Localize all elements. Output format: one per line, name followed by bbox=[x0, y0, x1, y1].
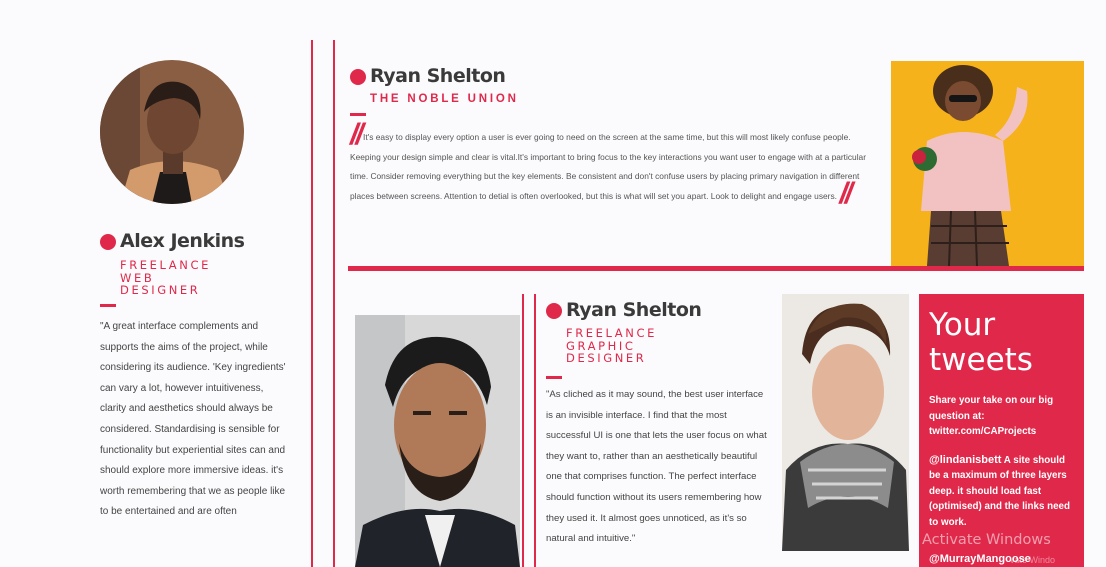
divider-line-mid bbox=[522, 294, 524, 567]
section-divider bbox=[348, 266, 1084, 271]
card-quote: // It's easy to display every option a u… bbox=[350, 118, 867, 211]
open-quote-icon: // bbox=[350, 118, 364, 151]
card-quote: "As cliched as it may sound, the best us… bbox=[546, 389, 767, 545]
card-role: Freelance Graphic Designer bbox=[566, 326, 657, 365]
card-company: THE NOBLE UNION bbox=[370, 93, 519, 105]
profile-role: Freelance Web Designer bbox=[120, 258, 211, 297]
activation-watermark-secondary: vate Windo bbox=[1010, 555, 1056, 565]
card-name: Ryan Shelton bbox=[546, 299, 702, 321]
accent-dash bbox=[100, 304, 116, 307]
accent-dash bbox=[546, 376, 562, 379]
accent-dash bbox=[350, 113, 366, 116]
activation-watermark: Activate Windows bbox=[922, 532, 1051, 548]
profile-name: Alex Jenkins bbox=[100, 230, 245, 252]
tweets-title: Your tweets bbox=[929, 307, 1033, 378]
tweets-intro: Share your take on our big question at: … bbox=[929, 395, 1054, 437]
divider-line-left-2 bbox=[333, 40, 335, 567]
avatar-alex-jenkins bbox=[100, 60, 244, 204]
photo-young-man-scarf bbox=[782, 294, 909, 551]
tweet-item: @lindanisbett A site should be a maximum… bbox=[929, 453, 1070, 528]
divider-line-mid-2 bbox=[534, 294, 536, 567]
divider-line-left bbox=[311, 40, 313, 567]
tweets-panel: Your tweets Share your take on our big q… bbox=[919, 294, 1084, 567]
photo-bearded-man bbox=[355, 315, 520, 567]
bullet-dot bbox=[546, 302, 562, 319]
profile-quote: "A great interface complements and suppo… bbox=[100, 321, 286, 518]
bullet-dot bbox=[100, 233, 116, 250]
tweet-handle-link[interactable]: @lindanisbett bbox=[929, 454, 1001, 466]
close-quote-icon: // bbox=[839, 177, 853, 211]
bullet-dot bbox=[350, 68, 366, 85]
photo-woman-sunglasses bbox=[891, 61, 1084, 266]
card-name: Ryan Shelton bbox=[350, 65, 506, 87]
